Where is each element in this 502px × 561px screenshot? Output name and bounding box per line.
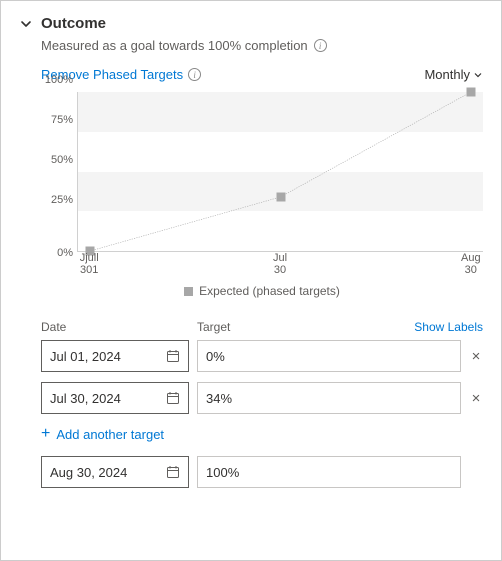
remove-row-button[interactable]: × xyxy=(469,348,483,365)
x-tick: Jjull 301 xyxy=(80,252,99,276)
target-field[interactable]: 0% xyxy=(197,340,461,372)
date-field[interactable]: Aug 30, 2024 xyxy=(41,456,189,488)
y-tick: 100% xyxy=(45,74,73,86)
period-label: Monthly xyxy=(424,67,470,82)
chart-x-axis: Jjull 301 Jul 30 Aug 30 xyxy=(77,252,483,280)
remove-row-button[interactable]: × xyxy=(469,390,483,407)
chart-legend: Expected (phased targets) xyxy=(41,284,483,298)
calendar-icon xyxy=(166,465,180,479)
subtitle-text: Measured as a goal towards 100% completi… xyxy=(41,38,308,53)
info-icon[interactable]: i xyxy=(314,39,327,52)
targets-table: Date Target Show Labels Jul 01, 2024 0% … xyxy=(41,320,483,488)
date-field[interactable]: Jul 30, 2024 xyxy=(41,382,189,414)
target-field[interactable]: 100% xyxy=(197,456,461,488)
date-value: Aug 30, 2024 xyxy=(50,465,127,480)
chart-point xyxy=(276,192,285,201)
legend-square-icon xyxy=(184,287,193,296)
target-value: 34% xyxy=(206,391,232,406)
target-row-final: Aug 30, 2024 100% xyxy=(41,456,483,488)
period-dropdown[interactable]: Monthly xyxy=(424,67,483,82)
targets-header-row: Date Target Show Labels xyxy=(41,320,483,334)
chevron-down-icon xyxy=(19,17,33,31)
legend-label: Expected (phased targets) xyxy=(199,284,340,298)
show-labels-link[interactable]: Show Labels xyxy=(414,320,483,334)
target-row: Jul 30, 2024 34% × xyxy=(41,382,483,414)
column-header-date: Date xyxy=(41,320,197,334)
chart-point xyxy=(466,88,475,97)
controls-row: Remove Phased Targets i Monthly xyxy=(41,67,483,82)
section-subtitle: Measured as a goal towards 100% completi… xyxy=(41,38,483,53)
date-value: Jul 30, 2024 xyxy=(50,391,121,406)
chevron-down-icon xyxy=(473,70,483,80)
column-header-target: Target xyxy=(197,320,414,334)
calendar-icon xyxy=(166,349,180,363)
outcome-panel: Outcome Measured as a goal towards 100% … xyxy=(0,0,502,561)
x-tick: Jul 30 xyxy=(273,252,287,276)
y-tick: 25% xyxy=(51,194,73,206)
calendar-icon xyxy=(166,391,180,405)
y-tick: 75% xyxy=(51,114,73,126)
phased-targets-chart: 0% 25% 50% 75% 100% Jjull 301 xyxy=(41,92,483,298)
y-tick: 50% xyxy=(51,154,73,166)
add-target-label: Add another target xyxy=(56,427,164,442)
section-title: Outcome xyxy=(41,15,106,32)
target-row: Jul 01, 2024 0% × xyxy=(41,340,483,372)
section-header[interactable]: Outcome xyxy=(19,15,483,32)
chart-y-axis: 0% 25% 50% 75% 100% xyxy=(41,92,77,252)
date-field[interactable]: Jul 01, 2024 xyxy=(41,340,189,372)
info-icon[interactable]: i xyxy=(188,68,201,81)
target-value: 0% xyxy=(206,349,225,364)
target-field[interactable]: 34% xyxy=(197,382,461,414)
x-tick: Aug 30 xyxy=(461,252,481,276)
chart-plot-area xyxy=(77,92,483,252)
plus-icon: + xyxy=(41,426,50,442)
y-tick: 0% xyxy=(57,247,73,259)
date-value: Jul 01, 2024 xyxy=(50,349,121,364)
add-target-button[interactable]: + Add another target xyxy=(41,426,483,442)
target-value: 100% xyxy=(206,465,239,480)
